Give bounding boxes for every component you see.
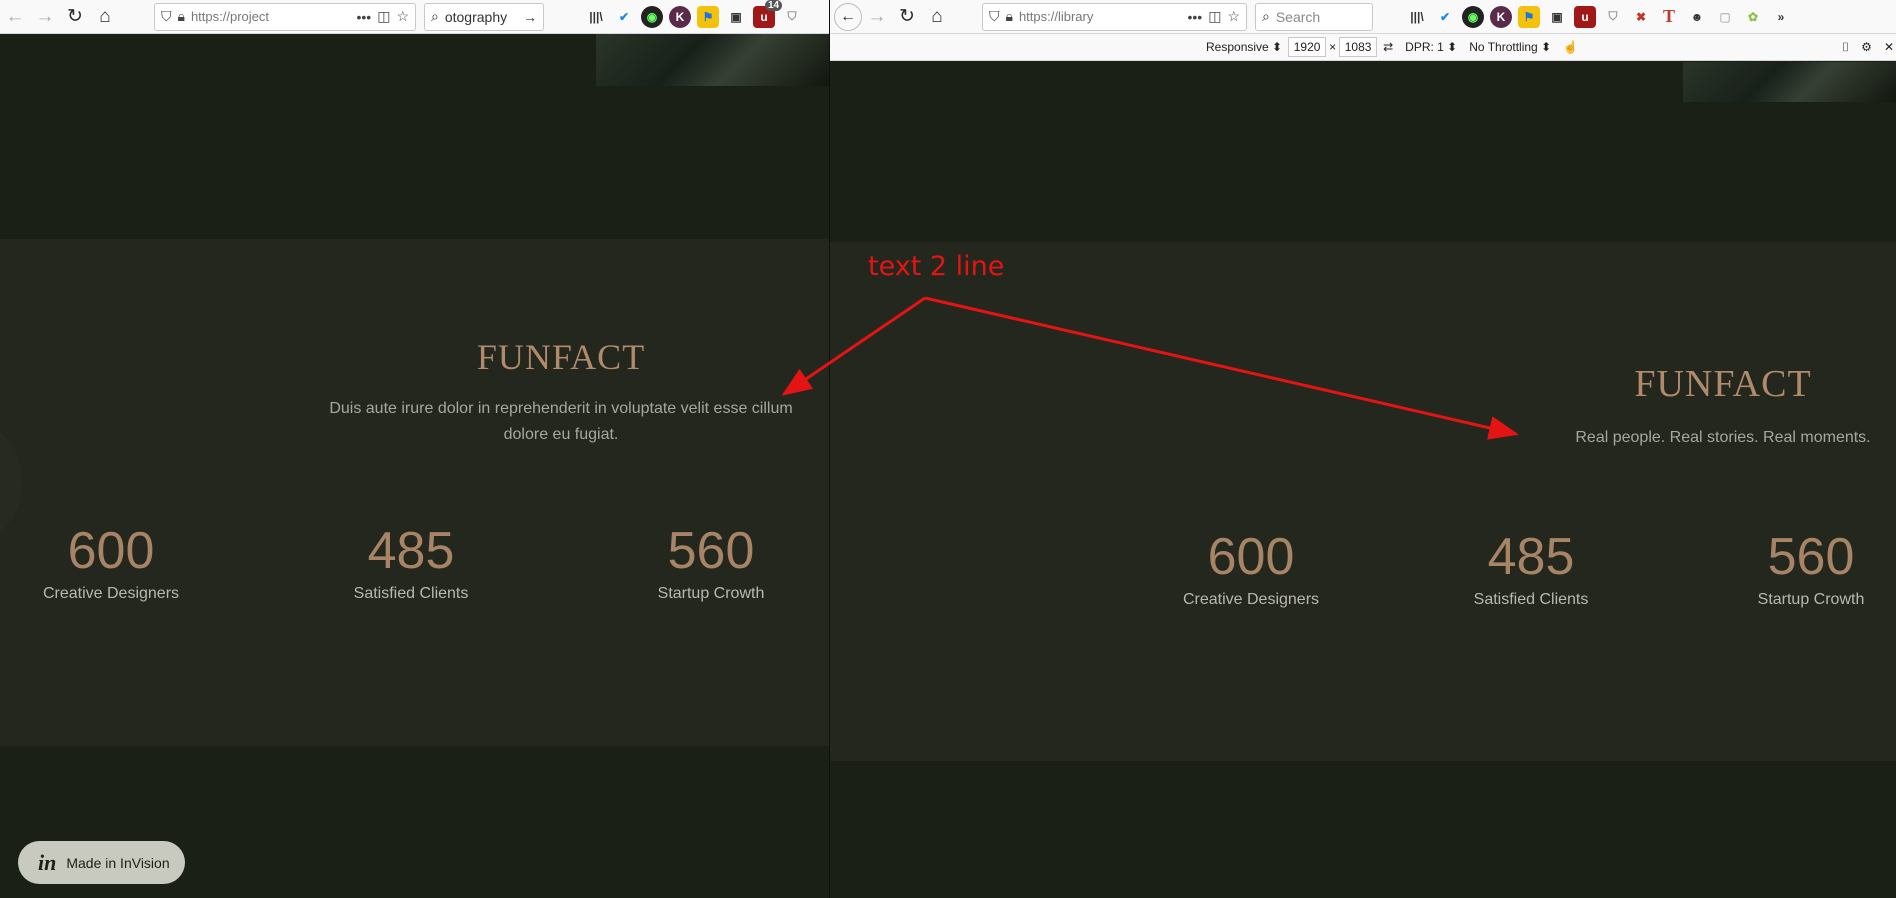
- arrow-to-left-description: [781, 296, 926, 396]
- arrow-to-right-description: [924, 296, 1519, 440]
- annotation-arrows: [781, 296, 1519, 440]
